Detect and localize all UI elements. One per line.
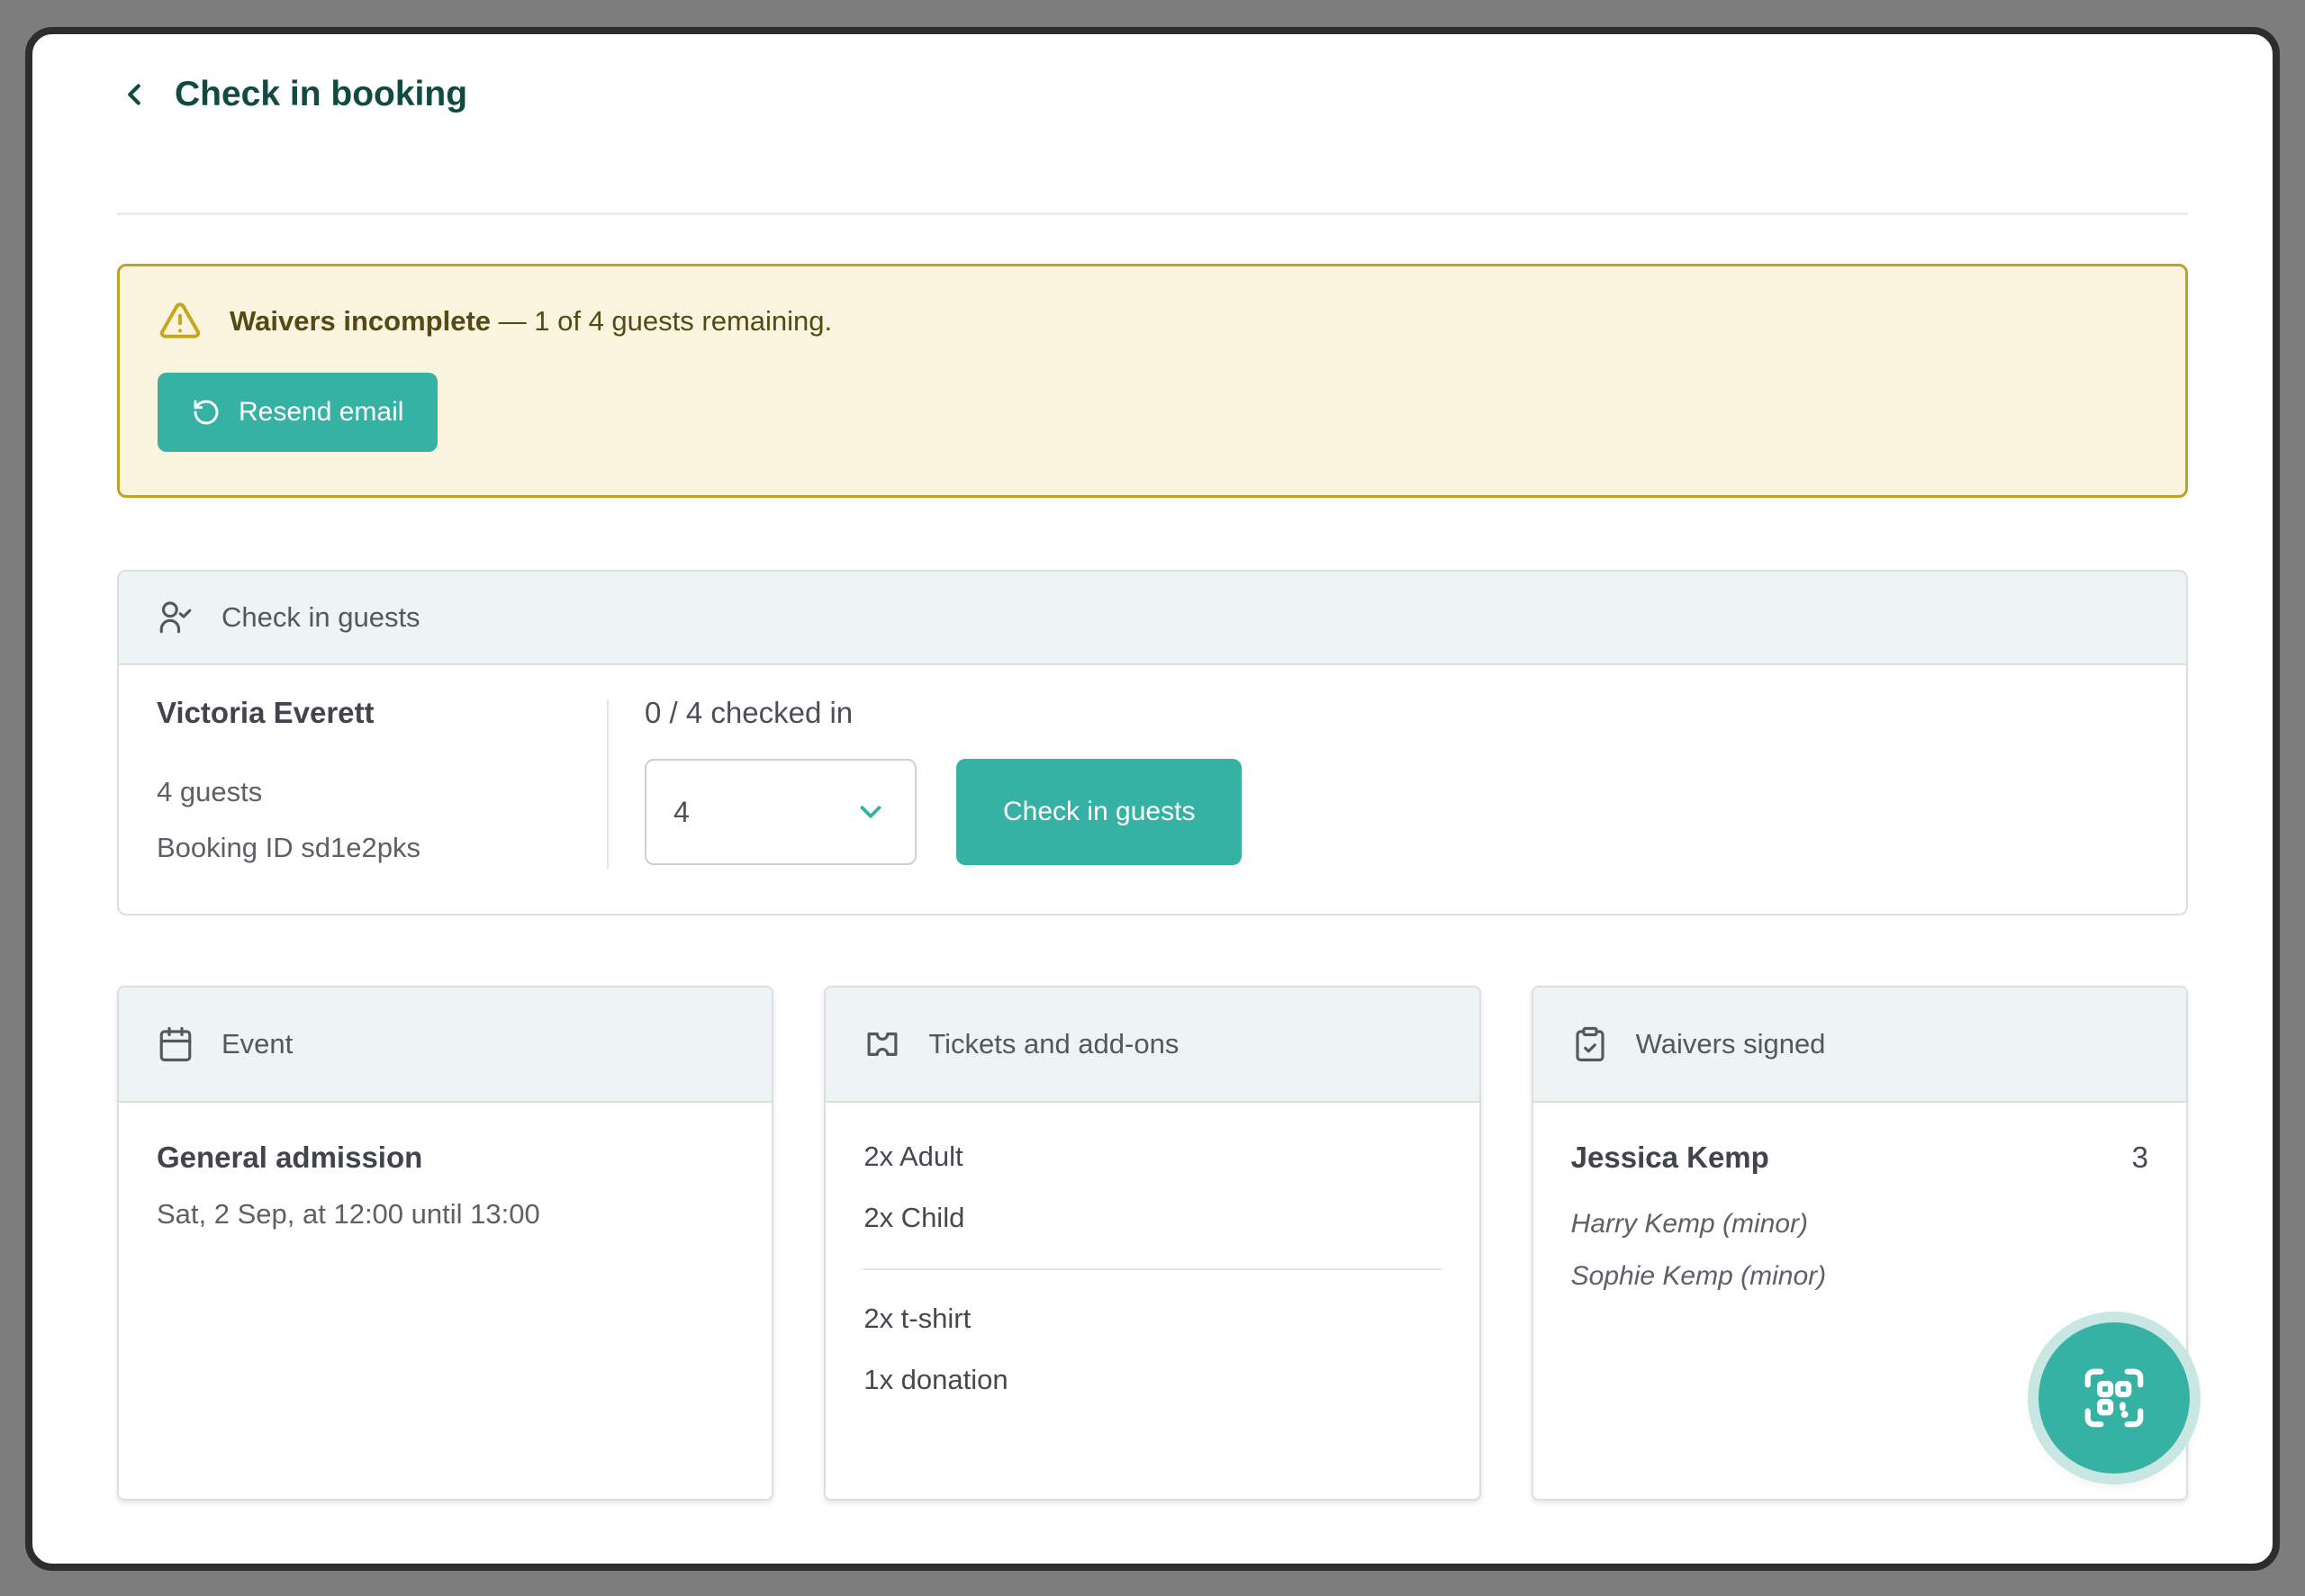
warning-triangle-icon — [158, 299, 203, 344]
controls-row: 4 Check in guests — [645, 759, 1242, 865]
signer-row: Jessica Kemp 3 — [1571, 1141, 2148, 1198]
chevron-left-icon — [117, 77, 151, 112]
tickets-card-header: Tickets and add-ons — [826, 987, 1478, 1103]
booking-window: Check in booking Waivers incomplete — 1 … — [25, 27, 2280, 1571]
tickets-card-title: Tickets and add-ons — [928, 1028, 1179, 1060]
user-check-icon — [157, 599, 194, 636]
minor-name: Sophie Kemp (minor) — [1571, 1250, 2148, 1303]
guest-count-select-value: 4 — [673, 796, 690, 829]
check-in-guests-title: Check in guests — [221, 601, 420, 634]
guest-count-select[interactable]: 4 — [645, 759, 917, 865]
guest-name: Victoria Everett — [157, 696, 607, 730]
event-card: Event General admission Sat, 2 Sep, at 1… — [117, 986, 773, 1501]
tickets-card: Tickets and add-ons 2x Adult 2x Child 2x… — [824, 986, 1480, 1501]
addon-item: 1x donation — [863, 1364, 1441, 1396]
check-in-controls: 0 / 4 checked in 4 Check in guests — [609, 692, 1242, 876]
warning-heading: Waivers incomplete — [230, 305, 491, 337]
check-in-guests-header: Check in guests — [119, 572, 2186, 665]
tickets-card-body: 2x Adult 2x Child 2x t-shirt 1x donation — [826, 1103, 1478, 1499]
event-card-title: Event — [221, 1028, 293, 1060]
booking-id: Booking ID sd1e2pks — [157, 820, 607, 876]
guest-count: 4 guests — [157, 764, 607, 820]
tickets-addons-divider — [863, 1268, 1441, 1270]
event-card-header: Event — [119, 987, 772, 1103]
resend-email-button[interactable]: Resend email — [158, 373, 438, 452]
ticket-icon — [863, 1025, 901, 1063]
ticket-item: 2x Adult — [863, 1141, 1441, 1173]
calendar-icon — [157, 1025, 194, 1063]
check-in-guests-panel: Check in guests Victoria Everett 4 guest… — [117, 570, 2188, 915]
waivers-warning-banner: Waivers incomplete — 1 of 4 guests remai… — [117, 264, 2188, 498]
warning-text: Waivers incomplete — 1 of 4 guests remai… — [230, 305, 832, 338]
check-in-guests-body: Victoria Everett 4 guests Booking ID sd1… — [119, 665, 2186, 914]
page-title: Check in booking — [175, 75, 467, 114]
back-button[interactable] — [117, 77, 151, 112]
waivers-card-header: Waivers signed — [1533, 987, 2186, 1103]
resend-rotate-ccw-icon — [192, 398, 221, 427]
minor-name: Harry Kemp (minor) — [1571, 1198, 2148, 1250]
clipboard-check-icon — [1571, 1025, 1609, 1063]
event-name: General admission — [157, 1141, 734, 1175]
check-in-guests-button[interactable]: Check in guests — [956, 759, 1242, 865]
check-in-guests-button-label: Check in guests — [1003, 797, 1195, 827]
chevron-down-icon — [854, 795, 888, 829]
page-content: Check in booking Waivers incomplete — 1 … — [32, 34, 2273, 1501]
booking-summary: Victoria Everett 4 guests Booking ID sd1… — [157, 692, 607, 876]
title-row: Check in booking — [117, 70, 2188, 119]
addon-item: 2x t-shirt — [863, 1303, 1441, 1335]
warning-detail: — 1 of 4 guests remaining. — [499, 305, 832, 337]
detail-cards-row: Event General admission Sat, 2 Sep, at 1… — [117, 986, 2188, 1501]
event-time: Sat, 2 Sep, at 12:00 until 13:00 — [157, 1198, 734, 1231]
signer-name: Jessica Kemp — [1571, 1141, 1769, 1175]
ticket-item: 2x Child — [863, 1202, 1441, 1234]
qr-scan-icon — [2079, 1363, 2149, 1433]
event-card-body: General admission Sat, 2 Sep, at 12:00 u… — [119, 1103, 772, 1499]
warning-message-row: Waivers incomplete — 1 of 4 guests remai… — [158, 299, 2147, 344]
title-divider — [117, 212, 2188, 215]
waivers-card-title: Waivers signed — [1636, 1028, 1826, 1060]
resend-email-label: Resend email — [239, 397, 403, 428]
signed-waivers-count: 3 — [2132, 1141, 2148, 1175]
qr-scan-button[interactable] — [2038, 1322, 2190, 1474]
checked-in-progress: 0 / 4 checked in — [645, 696, 1242, 730]
